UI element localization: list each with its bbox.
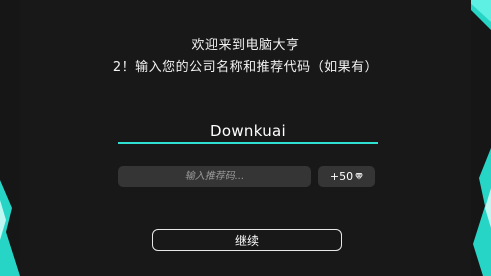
company-name-underline [118, 142, 378, 144]
setup-screen: 欢迎来到电脑大亨 2！输入您的公司名称和推荐代码（如果有） Downkuai +… [0, 0, 491, 276]
bonus-amount: +50 [329, 170, 354, 183]
continue-button[interactable]: 继续 [152, 229, 342, 251]
welcome-title: 欢迎来到电脑大亨 [191, 38, 300, 53]
referral-code-input[interactable] [118, 166, 311, 187]
company-name-input[interactable]: Downkuai [118, 118, 378, 144]
edge-glow-right [473, 148, 491, 276]
gem-icon [355, 173, 364, 180]
referral-bonus-badge: +50 [318, 166, 375, 187]
edge-glow-left [0, 180, 20, 276]
setup-instructions: 2！输入您的公司名称和推荐代码（如果有） [112, 60, 379, 75]
